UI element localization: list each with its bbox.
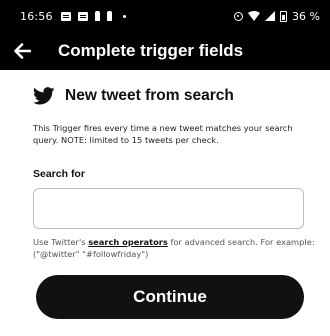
person-icon (94, 11, 100, 21)
back-button[interactable] (0, 32, 44, 70)
battery-level: 36 % (292, 9, 320, 23)
message-icon (77, 11, 88, 21)
page-title: Complete trigger fields (58, 41, 244, 60)
trigger-header: New tweet from search (33, 87, 234, 105)
trigger-description: This Trigger fires every time a new twee… (33, 123, 293, 145)
search-input[interactable] (33, 188, 304, 229)
search-operators-link[interactable]: search operators (88, 237, 168, 247)
person-icon (106, 11, 112, 21)
message-icon (60, 11, 71, 21)
arrow-left-icon (14, 43, 31, 59)
twitter-bird-icon (33, 87, 55, 105)
app-bar: Complete trigger fields (0, 32, 330, 70)
location-icon (234, 11, 244, 21)
help-prefix: Use Twitter's (33, 237, 89, 247)
continue-button[interactable]: Continue (36, 275, 304, 319)
status-bar: 16:56 36 % (0, 0, 330, 32)
trigger-name: New tweet from search (65, 87, 234, 104)
search-for-label: Search for (33, 168, 85, 180)
battery-icon (280, 10, 288, 22)
status-right: 36 % (234, 10, 320, 23)
trigger-form: New tweet from search This Trigger fires… (0, 70, 330, 336)
signal-icon (265, 11, 276, 21)
status-time: 16:56 (20, 9, 53, 23)
dot-icon (122, 14, 126, 18)
wifi-icon (248, 11, 261, 21)
search-help-text: Use Twitter's search operators for advan… (33, 236, 318, 260)
